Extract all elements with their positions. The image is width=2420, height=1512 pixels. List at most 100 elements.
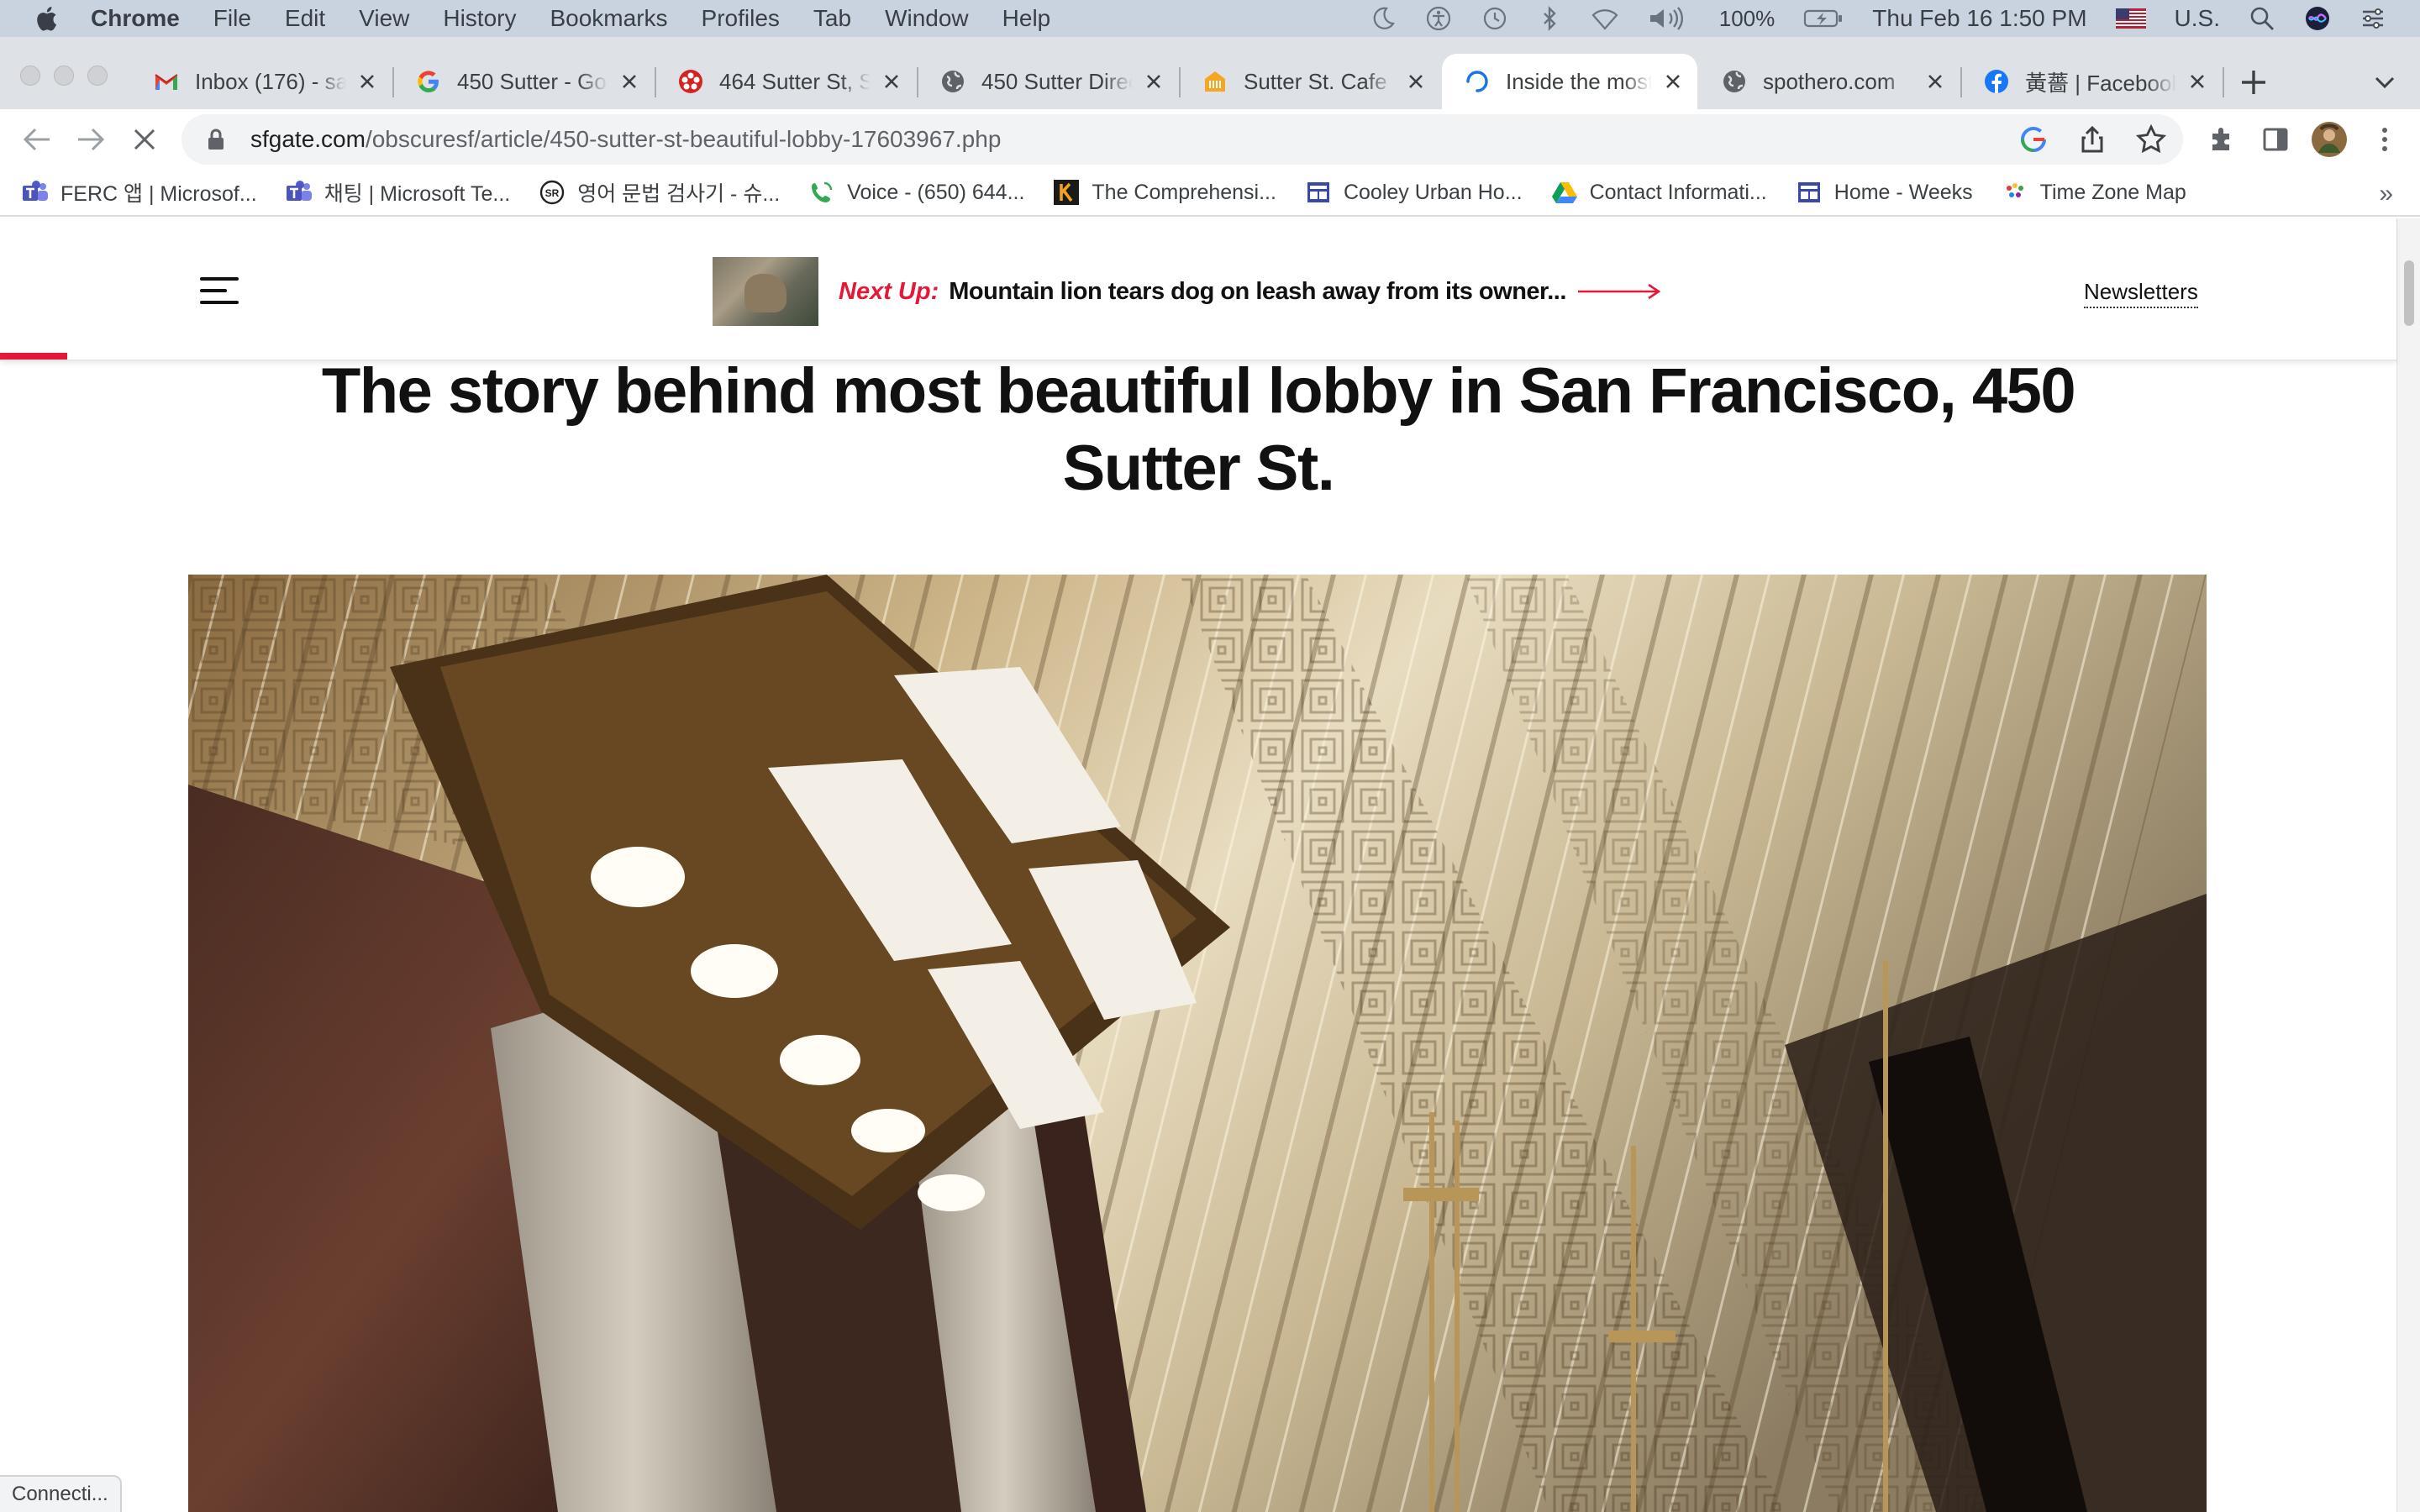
- tab-gmail-inbox[interactable]: Inbox (176) - sa: [131, 54, 392, 109]
- tab-sutter-st-cafe[interactable]: Sutter St. Cafe I: [1180, 54, 1440, 109]
- bookmark-star-icon[interactable]: [2136, 124, 2166, 155]
- address-bar[interactable]: sfgate.com/obscuresf/article/450-sutter-…: [182, 114, 2183, 165]
- bookmark-label: Home - Weeks: [1833, 180, 1973, 204]
- menu-bookmarks[interactable]: Bookmarks: [550, 5, 667, 32]
- form-icon: [1305, 179, 1332, 206]
- us-flag-icon[interactable]: [2115, 5, 2146, 32]
- extensions-icon[interactable]: [2205, 123, 2238, 156]
- bookmark-grammar-checker[interactable]: SR 영어 문법 검사기 - 슈...: [539, 177, 780, 207]
- battery-charging-icon[interactable]: [1803, 5, 1844, 32]
- url-path: /obscuresf/article/450-sutter-st-beautif…: [365, 126, 1002, 152]
- form-icon: [1796, 179, 1823, 206]
- bookmark-contact-information[interactable]: Contact Informati...: [1551, 179, 1767, 206]
- wifi-icon[interactable]: [1591, 5, 1618, 32]
- window-minimize-button[interactable]: [54, 66, 74, 86]
- google-drive-icon: [1551, 179, 1578, 206]
- menubar-clock[interactable]: Thu Feb 16 1:50 PM: [1872, 5, 2086, 32]
- volume-icon[interactable]: [1647, 5, 1691, 32]
- new-tab-button[interactable]: [2237, 66, 2270, 99]
- menu-profiles[interactable]: Profiles: [702, 5, 780, 32]
- sr-icon: SR: [539, 179, 566, 206]
- accessibility-icon[interactable]: [1425, 5, 1452, 32]
- google-icon: [415, 68, 442, 95]
- tab-title: 450 Sutter Direc: [981, 68, 1133, 94]
- chrome-menu-icon[interactable]: [2368, 123, 2402, 156]
- lock-icon[interactable]: [203, 127, 229, 152]
- bookmark-teams-chat[interactable]: 채팅 | Microsoft Te...: [286, 177, 510, 207]
- arrow-right-icon[interactable]: [1577, 283, 1662, 300]
- close-icon[interactable]: [1659, 67, 1687, 96]
- teams-icon: [22, 179, 49, 206]
- apple-icon[interactable]: [34, 5, 59, 32]
- input-source-label[interactable]: U.S.: [2175, 5, 2220, 32]
- time-machine-icon[interactable]: [1481, 5, 1507, 32]
- bookmark-time-zone-map[interactable]: Time Zone Map: [2002, 179, 2186, 206]
- close-icon[interactable]: [1139, 67, 1168, 96]
- menu-history[interactable]: History: [443, 5, 516, 32]
- close-icon[interactable]: [877, 67, 906, 96]
- close-icon[interactable]: [1921, 67, 1949, 96]
- tab-search-chevron-icon[interactable]: [2371, 69, 2398, 96]
- tab-title: 450 Sutter - Go: [457, 68, 607, 94]
- next-up-thumbnail[interactable]: [713, 257, 818, 326]
- tab-google-search[interactable]: 450 Sutter - Go: [393, 54, 654, 109]
- bookmark-home-weeks[interactable]: Home - Weeks: [1796, 179, 1973, 206]
- tab-spothero[interactable]: spothero.com: [1699, 54, 1960, 109]
- control-center-icon[interactable]: [2360, 5, 2386, 32]
- menu-app-chrome[interactable]: Chrome: [91, 5, 180, 32]
- window-close-button[interactable]: [20, 66, 40, 86]
- bookmarks-overflow-button[interactable]: »: [2379, 180, 2393, 208]
- menu-file[interactable]: File: [213, 5, 251, 32]
- hamburger-menu-icon[interactable]: [200, 277, 239, 304]
- tab-yelp[interactable]: 464 Sutter St, S: [655, 54, 916, 109]
- battery-percent: 100%: [1718, 5, 1776, 31]
- loading-spinner-icon: [1464, 68, 1491, 95]
- side-panel-icon[interactable]: [2259, 123, 2292, 156]
- profile-avatar[interactable]: [2311, 121, 2348, 158]
- page-scrollbar[interactable]: [2396, 218, 2420, 1512]
- forward-button[interactable]: [74, 123, 108, 156]
- tab-facebook[interactable]: 黃薔 | Facebook: [1961, 54, 2222, 109]
- close-icon[interactable]: [2183, 67, 2212, 96]
- next-up-headline[interactable]: Mountain lion tears dog on leash away fr…: [949, 278, 1566, 306]
- next-up-promo[interactable]: Next Up: Mountain lion tears dog on leas…: [713, 257, 1662, 326]
- bookmark-label: The Comprehensi...: [1092, 180, 1276, 204]
- menu-view[interactable]: View: [359, 5, 409, 32]
- back-button[interactable]: [20, 123, 54, 156]
- lobby-ceiling-photo: [188, 575, 2207, 1512]
- tab-title: Inside the most: [1506, 68, 1652, 94]
- menu-help[interactable]: Help: [1002, 5, 1051, 32]
- tab-title: Sutter St. Cafe I: [1244, 68, 1395, 94]
- google-lens-icon[interactable]: [2018, 124, 2049, 155]
- close-icon[interactable]: [353, 67, 381, 96]
- address-bar-url[interactable]: sfgate.com/obscuresf/article/450-sutter-…: [250, 126, 1001, 153]
- close-icon[interactable]: [615, 67, 644, 96]
- menu-window[interactable]: Window: [885, 5, 969, 32]
- moon-icon[interactable]: [1370, 5, 1397, 32]
- menu-edit[interactable]: Edit: [285, 5, 325, 32]
- tab-sfgate-article-active[interactable]: Inside the most: [1442, 54, 1697, 109]
- window-zoom-button[interactable]: [87, 66, 108, 86]
- facebook-icon: [1983, 68, 2010, 95]
- browser-toolbar: sfgate.com/obscuresf/article/450-sutter-…: [0, 109, 2420, 170]
- bookmark-cooley-urban[interactable]: Cooley Urban Ho...: [1305, 179, 1523, 206]
- scrollbar-thumb[interactable]: [2404, 260, 2414, 326]
- spotlight-search-icon[interactable]: [2249, 5, 2275, 32]
- siri-icon[interactable]: [2304, 5, 2331, 32]
- hero-image[interactable]: [188, 575, 2207, 1512]
- status-bubble: Connecti...: [0, 1475, 122, 1512]
- restaurant-icon: [1202, 68, 1228, 95]
- teams-icon: [286, 179, 313, 206]
- bookmark-comprehensive[interactable]: The Comprehensi...: [1053, 179, 1276, 206]
- site-header: Next Up: Mountain lion tears dog on leas…: [0, 218, 2396, 361]
- close-icon[interactable]: [1402, 67, 1430, 96]
- menu-tab[interactable]: Tab: [813, 5, 851, 32]
- tab-450-sutter-directory[interactable]: 450 Sutter Direc: [918, 54, 1178, 109]
- newsletters-link[interactable]: Newsletters: [2084, 279, 2198, 308]
- voice-icon: [808, 179, 835, 206]
- stop-loading-button[interactable]: [128, 123, 161, 156]
- bookmark-google-voice[interactable]: Voice - (650) 644...: [808, 179, 1024, 206]
- share-icon[interactable]: [2077, 124, 2107, 155]
- bluetooth-icon[interactable]: [1536, 5, 1563, 32]
- bookmark-ferc-app[interactable]: FERC 앱 | Microsof...: [22, 177, 257, 207]
